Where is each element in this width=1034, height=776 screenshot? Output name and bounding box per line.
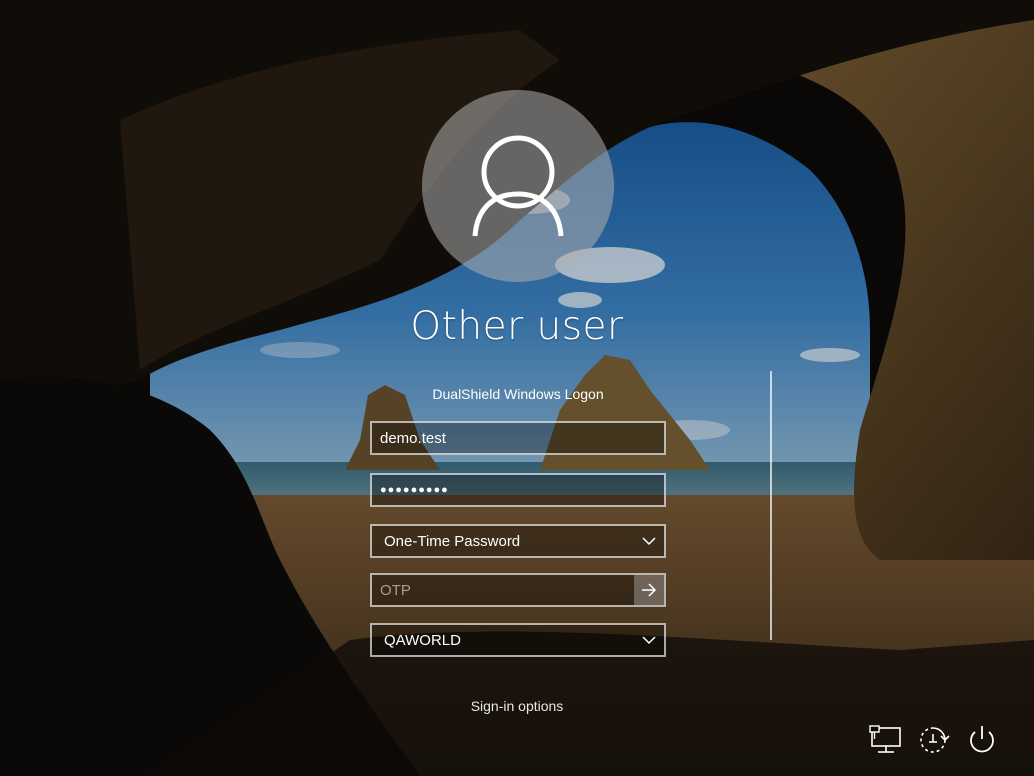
sign-in-options-link[interactable]: Sign-in options [440,698,594,714]
otp-placeholder: OTP [380,581,411,599]
password-field[interactable]: ●●●●●●●●● [370,473,666,507]
auth-method-dropdown[interactable]: One-Time Password [370,524,666,558]
domain-dropdown[interactable]: QAWORLD [370,623,666,657]
chevron-down-icon [634,526,664,556]
network-icon[interactable] [868,722,904,758]
domain-selected: QAWORLD [384,631,461,649]
credential-provider-title: DualShield Windows Logon [432,386,604,402]
ease-of-access-icon[interactable] [915,722,951,758]
user-avatar [422,90,614,282]
otp-input[interactable]: OTP [370,573,666,607]
user-name: Other user [410,304,624,349]
vertical-divider [770,371,772,640]
username-value: demo.test [380,429,446,447]
user-silhouette-icon [472,135,564,237]
submit-arrow-button[interactable] [634,575,664,605]
power-icon[interactable] [964,722,1000,758]
auth-method-selected: One-Time Password [384,532,521,550]
username-field[interactable]: demo.test [370,421,666,455]
chevron-down-icon [634,625,664,655]
password-masked-value: ●●●●●●●●● [380,484,449,496]
arrow-right-icon [642,583,657,597]
